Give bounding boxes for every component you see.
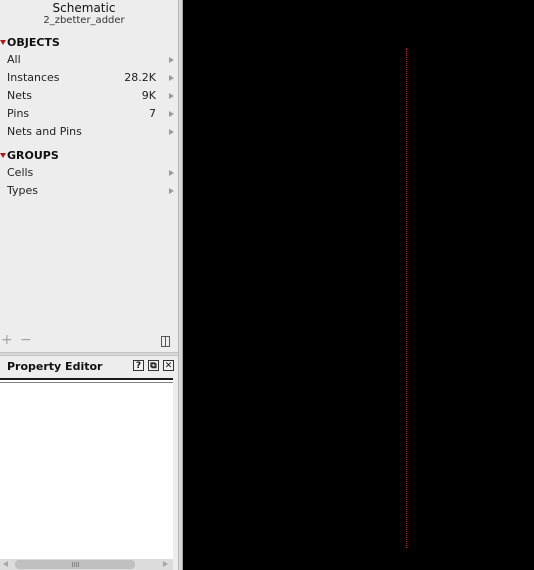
expand-triangle-icon[interactable] <box>0 40 6 45</box>
objects-item-nets[interactable]: Nets 9K <box>0 87 178 105</box>
scroll-left-icon[interactable] <box>3 561 8 567</box>
section-objects-heading[interactable]: OBJECTS <box>0 36 60 50</box>
plus-icon[interactable]: + <box>1 333 13 347</box>
objects-item-label: Pins <box>7 107 30 120</box>
design-name: 2_zbetter_adder <box>43 15 125 26</box>
groups-item-label: Types <box>7 184 38 197</box>
panel-splitter[interactable] <box>0 352 178 356</box>
minus-icon[interactable]: − <box>20 333 32 347</box>
scroll-right-icon[interactable] <box>163 561 168 567</box>
objects-item-count: 9K <box>141 89 156 102</box>
schematic-canvas[interactable] <box>183 0 534 570</box>
chevron-right-icon[interactable] <box>169 170 174 176</box>
schematic-net-line <box>406 48 407 548</box>
section-objects-label: OBJECTS <box>7 36 60 49</box>
help-icon[interactable]: ? <box>133 360 144 371</box>
schematic-sidebar: Schematic 2_zbetter_adder OBJECTS All In… <box>0 0 178 570</box>
objects-item-count: 7 <box>149 107 156 120</box>
horizontal-scrollbar[interactable] <box>0 559 173 570</box>
panel-layout-icon[interactable] <box>161 336 170 347</box>
chevron-right-icon[interactable] <box>169 93 174 99</box>
objects-item-pins[interactable]: Pins 7 <box>0 105 178 123</box>
property-editor-body[interactable] <box>0 378 173 559</box>
objects-item-label: Nets <box>7 89 33 102</box>
grip-icon <box>72 562 80 567</box>
chevron-right-icon[interactable] <box>169 75 174 81</box>
objects-item-label: All <box>7 53 21 66</box>
expand-triangle-icon[interactable] <box>0 153 6 158</box>
chevron-right-icon[interactable] <box>169 57 174 63</box>
schematic-window: Schematic 2_zbetter_adder OBJECTS All In… <box>0 0 534 570</box>
section-groups-label: GROUPS <box>7 149 59 162</box>
chevron-right-icon[interactable] <box>169 129 174 135</box>
objects-item-label: Instances <box>7 71 60 84</box>
property-editor-divider <box>0 382 173 383</box>
groups-item-label: Cells <box>7 166 34 179</box>
float-window-icon[interactable]: ⧉ <box>148 360 159 371</box>
panel-title: Schematic <box>52 1 116 15</box>
chevron-right-icon[interactable] <box>169 188 174 194</box>
objects-item-count: 28.2K <box>124 71 156 84</box>
groups-item-types[interactable]: Types <box>0 182 178 200</box>
groups-item-cells[interactable]: Cells <box>0 164 178 182</box>
objects-item-all[interactable]: All <box>0 51 178 69</box>
property-editor-title: Property Editor <box>7 360 103 373</box>
objects-item-nets-and-pins[interactable]: Nets and Pins <box>0 123 178 141</box>
scrollbar-thumb[interactable] <box>15 560 135 569</box>
section-groups-heading[interactable]: GROUPS <box>0 149 59 163</box>
close-icon[interactable]: ✕ <box>163 360 174 371</box>
chevron-right-icon[interactable] <box>169 111 174 117</box>
objects-item-instances[interactable]: Instances 28.2K <box>0 69 178 87</box>
objects-item-label: Nets and Pins <box>7 125 82 138</box>
